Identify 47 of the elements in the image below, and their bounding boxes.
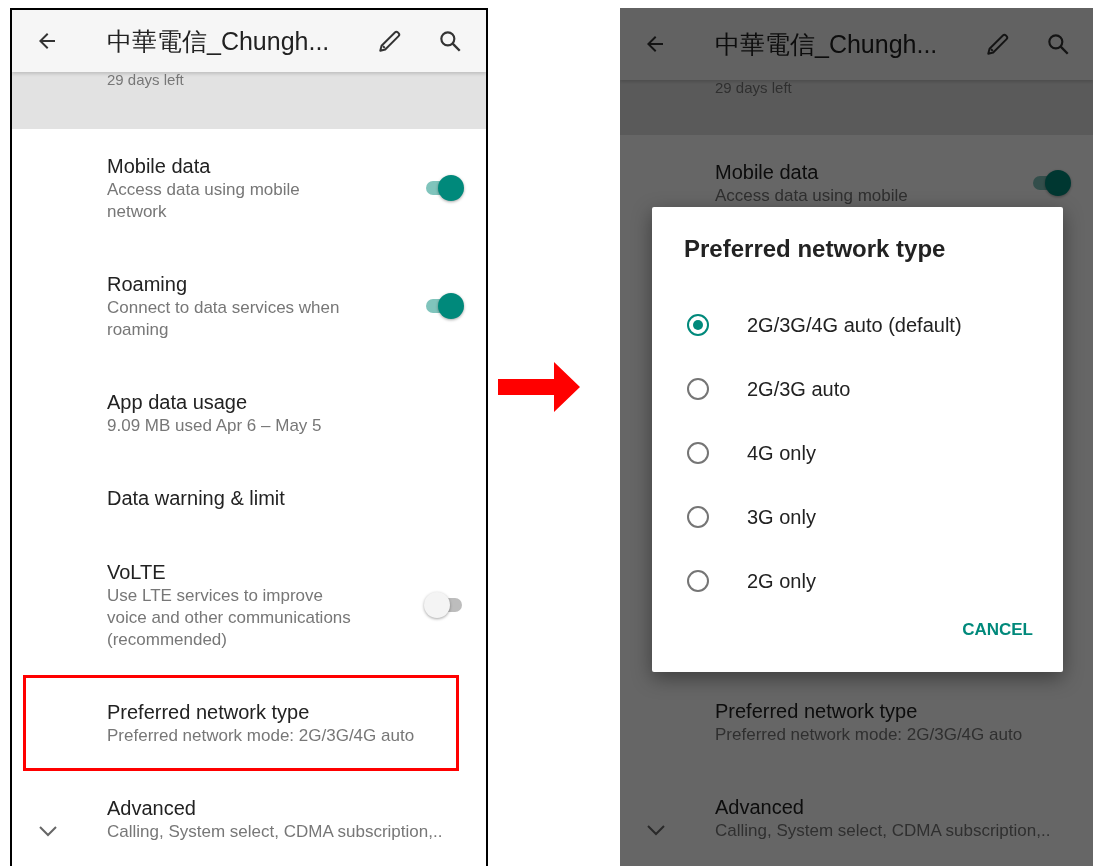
cancel-button[interactable]: CANCEL (952, 614, 1043, 646)
pencil-icon[interactable] (377, 28, 403, 54)
screen-title: 中華電信_Chungh... (715, 28, 939, 60)
days-left-text: 29 days left (107, 72, 184, 88)
setting-row[interactable]: VoLTE Use LTE services to improve voice and other communications (recommended) (12, 535, 486, 675)
highlighted-setting-row[interactable]: Preferred network type Preferred network mode: 2G/3G/4G auto (23, 675, 459, 771)
setting-row[interactable]: Data warning & limit (12, 461, 486, 535)
radio-option[interactable]: 2G/3G/4G auto (default) (684, 293, 1063, 357)
toggle-switch[interactable] (1031, 170, 1071, 196)
setting-title: Mobile data (107, 154, 212, 179)
screen-title: 中華電信_Chungh... (107, 25, 331, 57)
setting-title: VoLTE (107, 560, 167, 585)
setting-summary: Connect to data services when roaming (107, 297, 341, 341)
search-icon[interactable] (437, 28, 463, 54)
setting-title: Preferred network type (107, 700, 311, 725)
setting-summary: Use LTE services to improve voice and other communications (recommended) (107, 585, 352, 651)
setting-row[interactable]: Mobile data Access data using mobile network (12, 129, 486, 247)
radio-option[interactable]: 2G only (684, 549, 1063, 613)
setting-title: Advanced (107, 796, 197, 821)
chevron-down-icon (645, 824, 666, 836)
radio-button[interactable] (687, 506, 709, 528)
toggle-switch[interactable] (424, 293, 464, 319)
dialog-title: Preferred network type (684, 235, 947, 263)
radio-button[interactable] (687, 378, 709, 400)
radio-option[interactable]: 4G only (684, 421, 1063, 485)
chevron-down-icon (37, 825, 58, 837)
setting-title: Preferred network type (715, 699, 919, 724)
radio-option[interactable]: 3G only (684, 485, 1063, 549)
toggle-switch[interactable] (424, 592, 464, 618)
setting-title: App data usage (107, 390, 249, 415)
setting-summary: Access data using mobile network (107, 179, 301, 223)
setting-title: Data warning & limit (107, 486, 286, 511)
toggle-switch[interactable] (424, 175, 464, 201)
setting-summary: Calling, System select, CDMA subscription,.. (107, 821, 444, 843)
setting-summary: Preferred network mode: 2G/3G/4G auto (107, 725, 416, 747)
setting-title: Roaming (107, 272, 189, 297)
arrow-icon (498, 362, 580, 412)
setting-title: Mobile data (715, 160, 820, 185)
radio-button[interactable] (687, 570, 709, 592)
setting-row[interactable]: App data usage 9.09 MB used Apr 6 – May 5 (12, 365, 486, 461)
radio-button[interactable] (687, 314, 709, 336)
setting-row[interactable]: Advanced Calling, System select, CDMA subscription,.. (12, 771, 486, 866)
setting-title: Advanced (715, 795, 805, 820)
radio-button[interactable] (687, 442, 709, 464)
setting-row[interactable]: Roaming Connect to data services when roaming (12, 247, 486, 365)
radio-option[interactable]: 2G/3G auto (684, 357, 1063, 421)
setting-summary: 9.09 MB used Apr 6 – May 5 (107, 415, 323, 437)
